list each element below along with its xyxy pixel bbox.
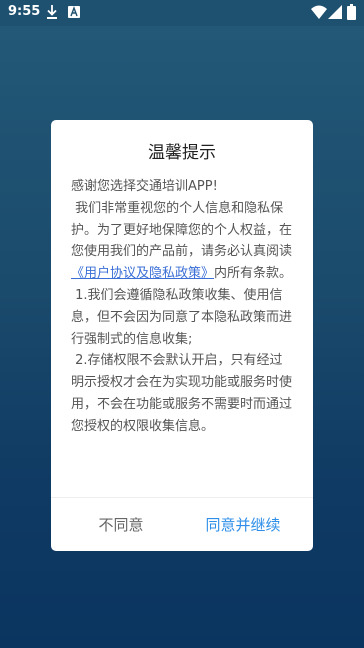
privacy-dialog: 温馨提示 感谢您选择交通培训APP! 我们非常重视您的个人信息和隐私保护。为了更… (51, 120, 313, 551)
dialog-title: 温馨提示 (148, 143, 216, 163)
policy-paragraph: 我们非常重视您的个人信息和隐私保护。为了更好地保障您的个人权益，在您使用我们的产… (71, 198, 295, 285)
dialog-body[interactable]: 感谢您选择交通培训APP! 我们非常重视您的个人信息和隐私保护。为了更好地保障您… (71, 176, 295, 480)
battery-icon (347, 4, 356, 20)
dialog-divider (51, 497, 313, 498)
wifi-icon (311, 5, 327, 19)
agree-button[interactable]: 同意并继续 (193, 512, 293, 538)
download-icon (47, 5, 57, 19)
status-time: 9:55 (8, 4, 41, 19)
signal-icon (328, 5, 342, 19)
clause-2-paragraph: 2.存储权限不会默认开启，只有经过明示授权才会在为实现功能或服务时使用，不会在功… (71, 350, 295, 437)
policy-outro-text: 内所有条款。 (214, 266, 293, 282)
greeting-text: 感谢您选择交通培训APP! (71, 179, 218, 194)
policy-link[interactable]: 《用户协议及隐私政策》 (71, 266, 214, 281)
policy-intro-text: 我们非常重视您的个人信息和隐私保护。为了更好地保障您的个人权益，在您使用我们的产… (71, 200, 293, 260)
clause-1-paragraph: 1.我们会遵循隐私政策收集、使用信息，但不会因为同意了本隐私政策而进行强制式的信… (71, 285, 295, 350)
clause-1-text: 1.我们会遵循隐私政策收集、使用信息，但不会因为同意了本隐私政策而进行强制式的信… (71, 287, 293, 347)
clause-2-text: 2.存储权限不会默认开启，只有经过明示授权才会在为实现功能或服务时使用，不会在功… (71, 353, 293, 434)
app-screen: 9:55 温馨提示 感谢您选择交通培训APP! 我们非常重视您的个人信息和隐私保… (0, 0, 364, 648)
disagree-button[interactable]: 不同意 (71, 512, 171, 538)
status-bar: 9:55 (0, 0, 364, 26)
a-icon (68, 6, 80, 18)
